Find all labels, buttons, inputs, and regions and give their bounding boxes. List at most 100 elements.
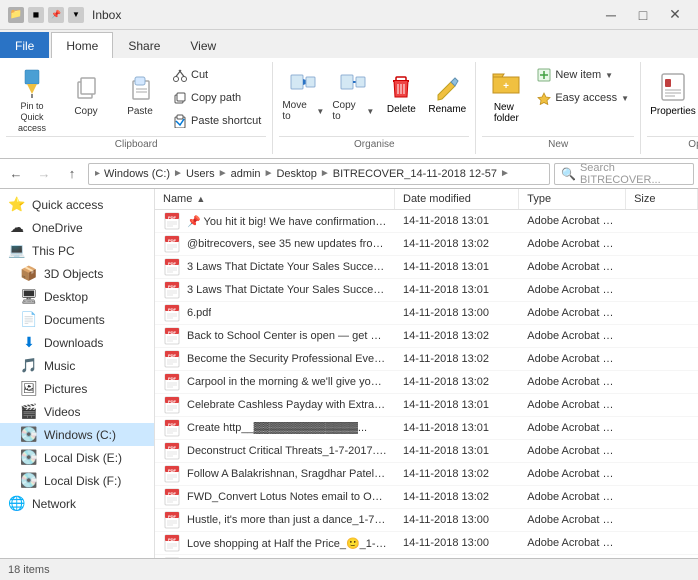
file-cell-name: PDF Back to School Center is open — get … <box>155 325 395 347</box>
table-row[interactable]: PDF @bitrecovers, see 35 new updates fro… <box>155 233 698 256</box>
address-part-1[interactable]: Windows (C:) <box>104 168 170 180</box>
tab-share[interactable]: Share <box>113 32 175 58</box>
music-icon: 🎵 <box>20 357 38 374</box>
tab-home[interactable]: Home <box>51 32 113 58</box>
table-row[interactable]: PDF 3 Laws That Dictate Your Sales Succe… <box>155 279 698 302</box>
sidebar-item-windows-c[interactable]: 💽 Windows (C:) <box>0 423 154 446</box>
sidebar-item-downloads[interactable]: ⬇ Downloads <box>0 331 154 354</box>
table-row[interactable]: PDF Back to School Center is open — get … <box>155 325 698 348</box>
file-cell-date: 14-11-2018 13:01 <box>395 282 519 298</box>
col-header-date[interactable]: Date modified <box>395 189 519 209</box>
sidebar-item-music[interactable]: 🎵 Music <box>0 354 154 377</box>
rename-icon <box>433 73 461 104</box>
back-button[interactable]: ← <box>4 163 28 185</box>
table-row[interactable]: PDF Create http__▓▓▓▓▓▓▓▓▓▓▓▓▓... 14-11-… <box>155 417 698 440</box>
pictures-icon: 🖼 <box>20 380 38 397</box>
sidebar-item-3d-objects[interactable]: 📦 3D Objects <box>0 262 154 285</box>
easy-access-label: Easy access <box>555 92 617 104</box>
table-row[interactable]: PDF Microsoft Outlook Test Message_3-7-2… <box>155 555 698 558</box>
new-item-button[interactable]: New item ▼ <box>532 64 634 86</box>
table-row[interactable]: PDF 3 Laws That Dictate Your Sales Succe… <box>155 256 698 279</box>
minimize-button[interactable]: ─ <box>596 5 626 25</box>
search-box[interactable]: 🔍 Search BITRECOVER... <box>554 163 694 185</box>
address-part-3[interactable]: admin <box>231 168 261 180</box>
title-bar-icons: 📁 ◼ 📌 ▼ <box>8 7 84 23</box>
file-area: Name ▲ Date modified Type Size PDF <box>155 189 698 558</box>
file-cell-type: Adobe Acrobat D... <box>519 420 626 436</box>
properties-button[interactable]: Properties <box>647 64 698 124</box>
file-cell-date: 14-11-2018 13:01 <box>395 443 519 459</box>
pin-label: Pin to Quickaccess <box>9 101 55 133</box>
svg-text:PDF: PDF <box>168 376 177 381</box>
table-row[interactable]: PDF Become the Security Professional Eve… <box>155 348 698 371</box>
svg-text:PDF: PDF <box>168 468 177 473</box>
sidebar-item-local-f[interactable]: 💽 Local Disk (F:) <box>0 469 154 492</box>
paste-shortcut-label: Paste shortcut <box>191 115 261 127</box>
this-pc-icon: 💻 <box>8 242 26 259</box>
col-header-size[interactable]: Size <box>626 189 698 209</box>
sidebar-item-videos[interactable]: 🎬 Videos <box>0 400 154 423</box>
easy-access-button[interactable]: Easy access ▼ <box>532 87 634 109</box>
delete-button[interactable]: Delete <box>379 64 423 124</box>
address-sep-3: ► <box>264 168 274 179</box>
sidebar-item-onedrive[interactable]: ☁ OneDrive <box>0 216 154 239</box>
address-part-2[interactable]: Users <box>186 168 215 180</box>
address-part-4[interactable]: Desktop <box>276 168 316 180</box>
table-row[interactable]: PDF Celebrate Cashless Payday with Extra… <box>155 394 698 417</box>
sidebar-item-desktop[interactable]: 🖥 Desktop <box>0 285 154 308</box>
new-folder-icon: + <box>490 67 522 102</box>
sidebar-item-quick-access[interactable]: ⭐ Quick access <box>0 193 154 216</box>
new-folder-button[interactable]: + Newfolder <box>482 64 530 127</box>
table-row[interactable]: PDF Carpool in the morning & we'll give … <box>155 371 698 394</box>
col-date-label: Date modified <box>403 193 471 205</box>
paste-icon-large <box>124 72 156 104</box>
tab-file[interactable]: File <box>0 32 49 58</box>
tab-view[interactable]: View <box>175 32 231 58</box>
col-header-type[interactable]: Type <box>519 189 626 209</box>
local-e-icon: 💽 <box>20 449 38 466</box>
col-header-name[interactable]: Name ▲ <box>155 189 395 209</box>
table-row[interactable]: PDF Hustle, it's more than just a dance_… <box>155 509 698 532</box>
up-button[interactable]: ↑ <box>60 163 84 185</box>
table-row[interactable]: PDF Deconstruct Critical Threats_1-7-201… <box>155 440 698 463</box>
file-cell-name: PDF Become the Security Professional Eve… <box>155 348 395 370</box>
pdf-icon: PDF <box>163 350 181 368</box>
sidebar-item-pictures[interactable]: 🖼 Pictures <box>0 377 154 400</box>
move-to-button[interactable]: Move to ▼ <box>279 64 327 125</box>
ribbon-group-organise: Move to ▼ Copy to ▼ <box>273 62 476 154</box>
address-bar[interactable]: ▸ Windows (C:) ► Users ► admin ► Desktop… <box>88 163 550 185</box>
sidebar-item-local-e[interactable]: 💽 Local Disk (E:) <box>0 446 154 469</box>
copy-button[interactable]: Copy <box>60 64 112 124</box>
file-cell-name: PDF 3 Laws That Dictate Your Sales Succe… <box>155 279 395 301</box>
cut-button[interactable]: Cut <box>168 64 266 86</box>
copy-path-button[interactable]: Copy path <box>168 87 266 109</box>
file-name: Love shopping at Half the Price_🙂_1-7-..… <box>187 537 387 550</box>
pin-icon-large <box>16 67 48 99</box>
table-row[interactable]: PDF Love shopping at Half the Price_🙂_1-… <box>155 532 698 555</box>
paste-shortcut-button[interactable]: Paste shortcut <box>168 110 266 132</box>
table-row[interactable]: PDF 6.pdf 14-11-2018 13:00 Adobe Acrobat… <box>155 302 698 325</box>
file-cell-name: PDF FWD_Convert Lotus Notes email to Out… <box>155 486 395 508</box>
pdf-icon: PDF <box>163 235 181 253</box>
pin-to-quick-access-button[interactable]: Pin to Quickaccess <box>6 64 58 136</box>
network-icon: 🌐 <box>8 495 26 512</box>
rename-button[interactable]: Rename <box>425 64 469 124</box>
file-cell-date: 14-11-2018 13:00 <box>395 305 519 321</box>
sidebar-item-documents[interactable]: 📄 Documents <box>0 308 154 331</box>
table-row[interactable]: PDF 📌 You hit it big! We have confirmati… <box>155 210 698 233</box>
sidebar-item-label: Downloads <box>44 336 103 350</box>
table-row[interactable]: PDF Follow A Balakrishnan, Sragdhar Pate… <box>155 463 698 486</box>
close-button[interactable]: ✕ <box>660 5 690 25</box>
sidebar-item-this-pc[interactable]: 💻 This PC <box>0 239 154 262</box>
windows-c-icon: 💽 <box>20 426 38 443</box>
table-row[interactable]: PDF FWD_Convert Lotus Notes email to Out… <box>155 486 698 509</box>
svg-text:PDF: PDF <box>168 422 177 427</box>
maximize-button[interactable]: □ <box>628 5 658 25</box>
sidebar-item-network[interactable]: 🌐 Network <box>0 492 154 515</box>
forward-button[interactable]: → <box>32 163 56 185</box>
copy-to-button[interactable]: Copy to ▼ <box>329 64 377 125</box>
address-part-5[interactable]: BITRECOVER_14-11-2018 12-57 <box>333 168 497 180</box>
col-type-label: Type <box>527 193 551 205</box>
file-name: 3 Laws That Dictate Your Sales Success_2… <box>187 261 387 273</box>
paste-button[interactable]: Paste <box>114 64 166 124</box>
